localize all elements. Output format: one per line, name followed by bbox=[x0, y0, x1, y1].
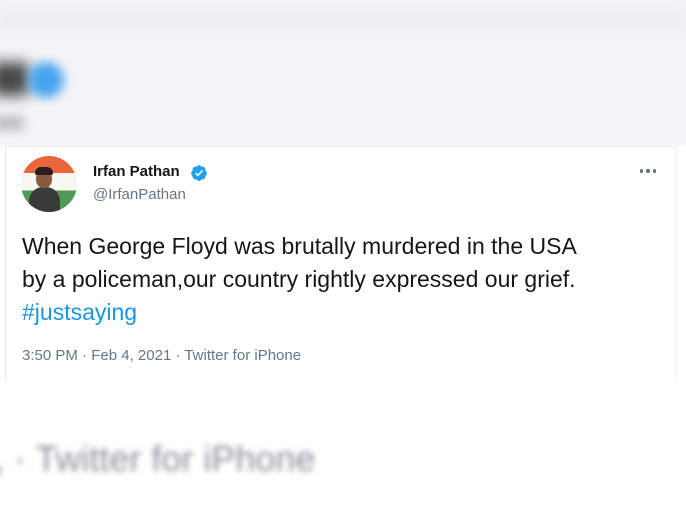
tweet-metadata: 3:50 PM · Feb 4, 2021 · Twitter for iPho… bbox=[22, 347, 301, 364]
blurred-name bbox=[0, 62, 30, 96]
more-dot bbox=[639, 169, 644, 173]
tweet-text: When George Floyd was brutally murdered … bbox=[22, 230, 662, 329]
more-options-icon[interactable] bbox=[634, 163, 662, 179]
tweet-date[interactable]: Feb 4, 2021 bbox=[91, 347, 171, 364]
avatar-body bbox=[29, 187, 60, 212]
blurred-background-header bbox=[0, 0, 686, 145]
avatar[interactable] bbox=[21, 156, 77, 212]
meta-separator: · bbox=[77, 347, 92, 364]
tweet-card[interactable]: Irfan Pathan @IrfanPathan When George Fl… bbox=[5, 146, 677, 381]
blurred-verified-icon bbox=[28, 62, 64, 98]
author-handle[interactable]: @IrfanPathan bbox=[93, 186, 186, 203]
tweet-time[interactable]: 3:50 PM bbox=[22, 347, 78, 364]
blurred-handle bbox=[0, 116, 24, 130]
tweet-text-line: When George Floyd was brutally murdered … bbox=[22, 233, 577, 259]
avatar-hair bbox=[35, 167, 53, 175]
more-dot bbox=[652, 169, 657, 173]
meta-separator: · bbox=[171, 347, 185, 364]
hashtag-link[interactable]: #justsaying bbox=[22, 296, 662, 329]
tweet-source[interactable]: Twitter for iPhone bbox=[184, 347, 301, 364]
blurred-top-strip bbox=[0, 8, 686, 30]
tweet-text-line: by a policeman,our country rightly expre… bbox=[22, 266, 576, 292]
author-name[interactable]: Irfan Pathan bbox=[93, 163, 180, 180]
verified-badge-icon bbox=[191, 165, 207, 181]
more-dot bbox=[646, 169, 650, 173]
blurred-footer-text: , · Twitter for iPhone bbox=[0, 438, 316, 479]
